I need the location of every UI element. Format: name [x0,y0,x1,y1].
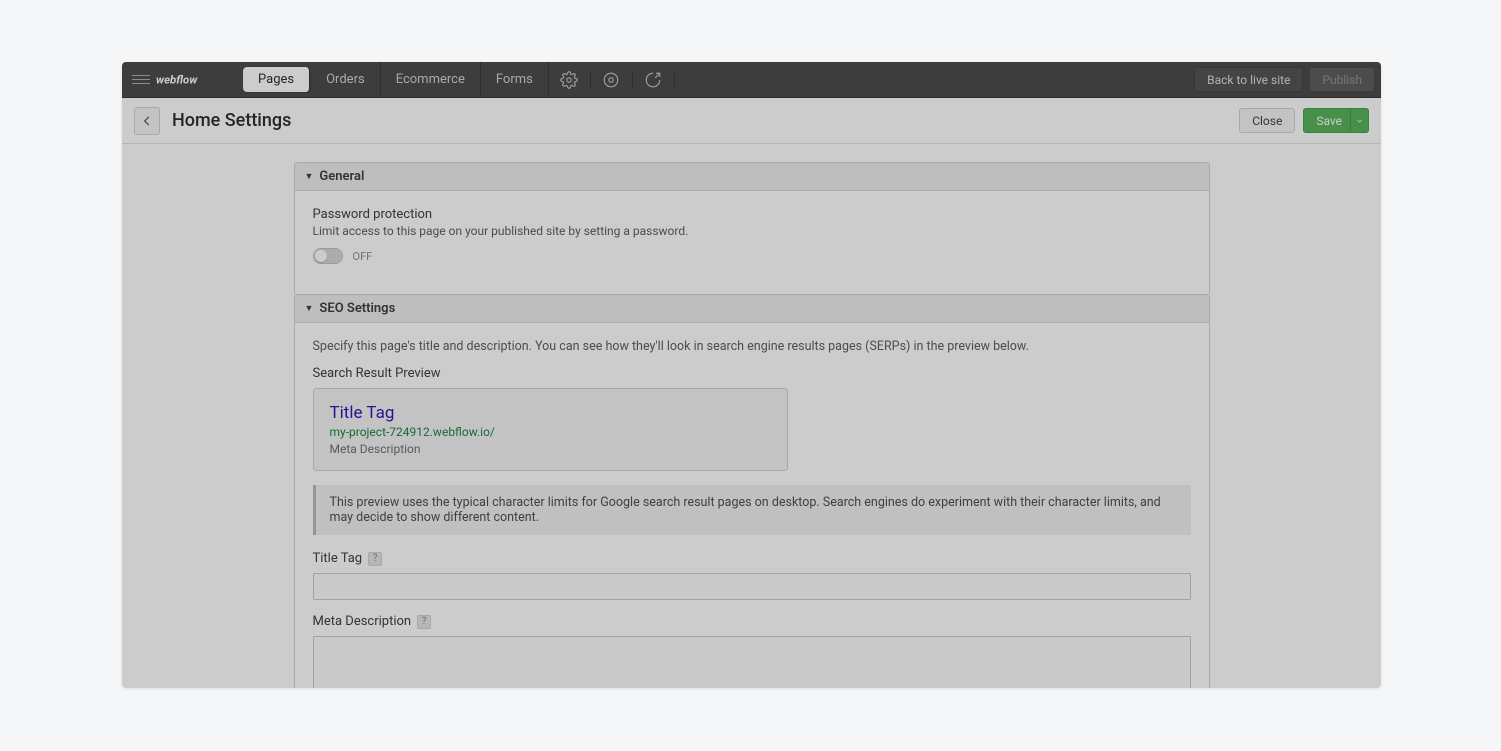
nav-tabs: Pages Orders Ecommerce Forms [242,62,549,97]
save-button-label: Save [1316,114,1342,128]
close-button[interactable]: Close [1239,108,1295,133]
tab-ecommerce[interactable]: Ecommerce [381,62,481,97]
meta-description-input[interactable] [313,636,1191,688]
panel-seo: ▼ SEO Settings Specify this page's title… [294,294,1210,688]
page-title: Home Settings [172,110,291,131]
title-tag-input[interactable] [313,573,1191,600]
preview-meta: Meta Description [330,442,771,456]
search-result-preview: Title Tag my-project-724912.webflow.io/ … [313,388,788,471]
caret-down-icon: ▼ [305,303,314,314]
share-icon[interactable] [633,71,675,89]
topbar: webflow Pages Orders Ecommerce Forms Bac… [122,62,1381,98]
save-button[interactable]: Save [1303,108,1369,133]
caret-down-icon: ▼ [305,171,314,182]
panel-header-seo[interactable]: ▼ SEO Settings [295,295,1209,323]
chevron-down-icon[interactable] [1350,109,1362,132]
help-icon[interactable]: ? [417,615,431,629]
back-button[interactable] [134,107,160,135]
preview-title: Title Tag [330,403,771,423]
content-area: ▼ General Password protection Limit acce… [122,144,1381,688]
help-icon[interactable]: ? [368,552,382,566]
circle-gear-icon[interactable] [591,71,633,89]
gear-icon[interactable] [549,71,591,89]
preview-url: my-project-724912.webflow.io/ [330,425,771,439]
panel-title-seo: SEO Settings [319,301,395,316]
toggle-state-label: OFF [353,250,373,263]
back-to-live-button[interactable]: Back to live site [1194,67,1303,92]
hamburger-icon[interactable] [132,75,150,84]
svg-text:webflow: webflow [156,73,198,87]
info-banner: This preview uses the typical character … [313,485,1191,535]
webflow-logo: webflow [156,73,226,87]
tab-forms[interactable]: Forms [481,62,549,97]
page-subheader: Home Settings Close Save [122,98,1381,144]
panel-header-general[interactable]: ▼ General [295,163,1209,191]
password-protection-desc: Limit access to this page on your publis… [313,224,1191,238]
title-tag-label: Title Tag [313,551,363,566]
meta-desc-label: Meta Description [313,614,412,629]
tab-pages[interactable]: Pages [243,67,310,92]
panel-general: ▼ General Password protection Limit acce… [294,162,1210,295]
search-preview-label: Search Result Preview [313,366,1191,381]
tab-orders[interactable]: Orders [311,62,381,97]
seo-intro-text: Specify this page's title and descriptio… [313,339,1191,354]
app-window: webflow Pages Orders Ecommerce Forms Bac… [122,62,1381,688]
panel-title-general: General [319,169,364,184]
password-toggle[interactable] [313,248,343,264]
publish-button[interactable]: Publish [1309,67,1375,92]
password-protection-label: Password protection [313,207,1191,222]
